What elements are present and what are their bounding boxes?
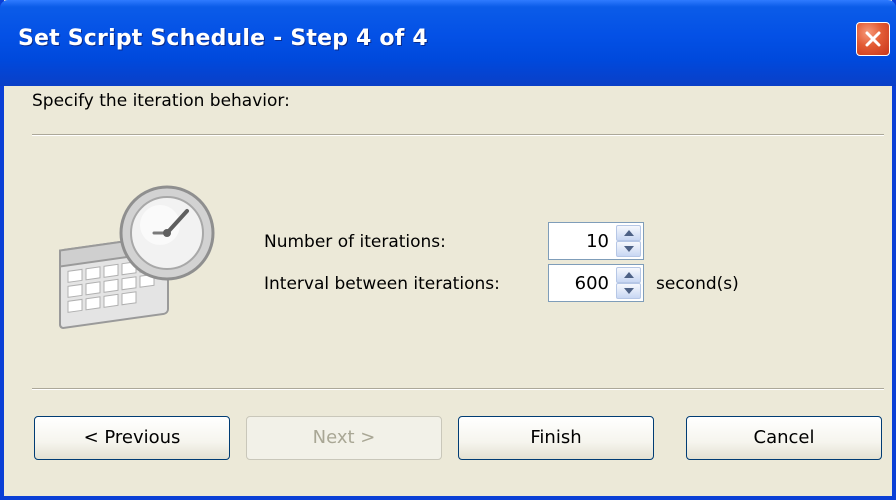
close-icon [865,31,881,47]
close-button[interactable] [856,22,890,56]
interval-spin-down[interactable] [616,283,641,299]
clock-calendar-icon [59,185,215,329]
next-button[interactable]: Next > [246,416,442,460]
arrow-up-icon [624,272,634,278]
interval-label: Interval between iterations: [264,274,500,294]
window-title: Set Script Schedule - Step 4 of 4 [18,26,428,51]
iterations-value[interactable]: 10 [586,231,609,252]
dialog-window: Set Script Schedule - Step 4 of 4 Specif… [0,0,896,500]
prompt-text: Specify the iteration behavior: [32,91,290,111]
finish-button[interactable]: Finish [458,416,654,460]
interval-spin-up[interactable] [616,267,641,283]
iterations-label: Number of iterations: [264,232,446,252]
interval-spin-buttons [616,267,641,299]
interval-spinbox[interactable]: 600 [548,264,644,302]
iterations-spin-down[interactable] [616,241,641,257]
arrow-down-icon [624,246,634,252]
iterations-spin-buttons [616,225,641,257]
iterations-spinbox[interactable]: 10 [548,222,644,260]
top-separator [32,134,884,136]
iterations-spin-up[interactable] [616,225,641,241]
arrow-up-icon [624,230,634,236]
cancel-button[interactable]: Cancel [686,416,882,460]
arrow-down-icon [624,288,634,294]
previous-button[interactable]: < Previous [34,416,230,460]
dialog-content: Specify the iteration behavior: Number o… [4,86,892,496]
interval-unit: second(s) [656,274,739,294]
title-bar[interactable]: Set Script Schedule - Step 4 of 4 [0,0,896,86]
bottom-separator [32,388,884,390]
interval-value[interactable]: 600 [575,273,609,294]
